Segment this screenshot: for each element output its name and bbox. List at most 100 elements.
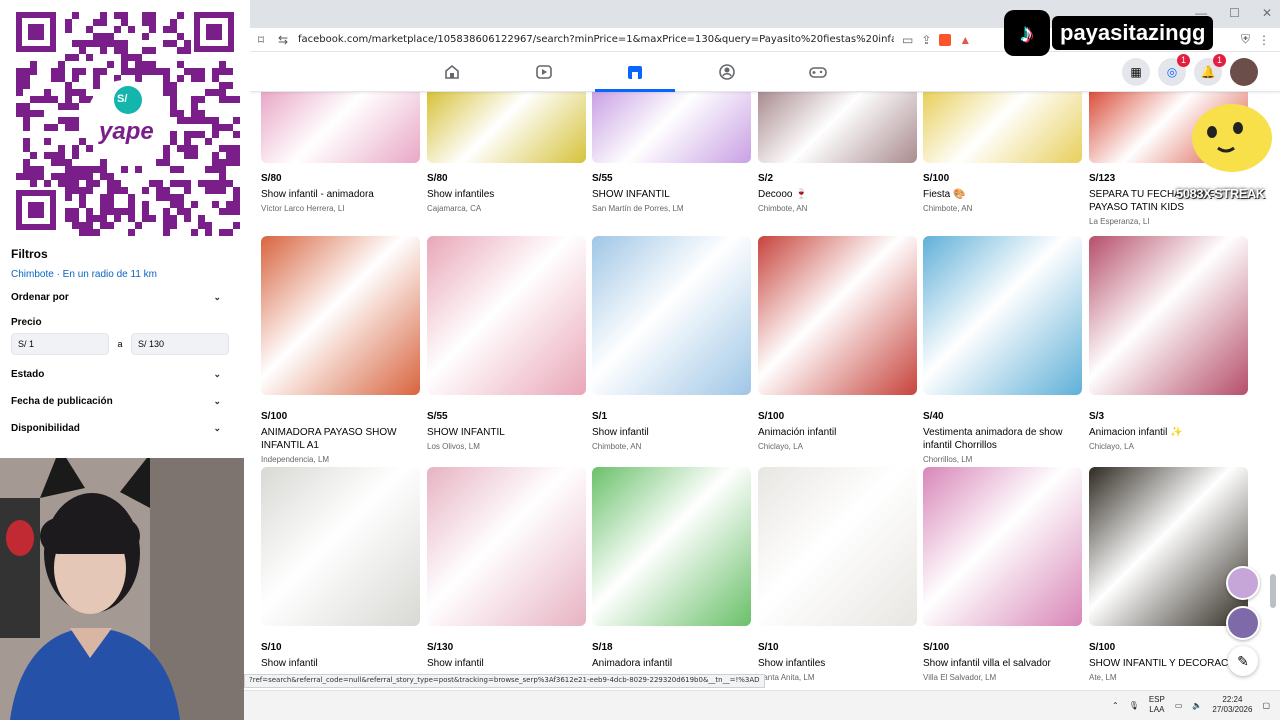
listing-card[interactable]: S/55 SHOW INFANTIL Los Olivos, LM bbox=[427, 236, 586, 451]
listing-card[interactable]: S/80 Show infantil - animadora Víctor Larc… bbox=[261, 92, 420, 213]
sort-dropdown[interactable]: Ordenar por ⌄ bbox=[11, 292, 233, 303]
new-message-icon[interactable]: ✎ bbox=[1228, 646, 1258, 676]
listing-photo[interactable] bbox=[592, 92, 751, 163]
yape-badge: S/ bbox=[117, 93, 128, 105]
listing-card[interactable]: S/100 Show infantil villa el salvador Vill… bbox=[923, 467, 1082, 682]
clock[interactable]: 22:24 27/03/2026 bbox=[1212, 695, 1252, 715]
price-min-input[interactable]: S/ 1 bbox=[11, 333, 109, 355]
notifications-center-icon[interactable]: ▢ bbox=[1262, 701, 1270, 710]
maximize-icon[interactable]: ☐ bbox=[1229, 6, 1240, 20]
listing-price: S/55 bbox=[592, 173, 613, 184]
chat-head-avatar[interactable] bbox=[1226, 566, 1260, 600]
site-settings-icon[interactable]: ⇆ bbox=[272, 33, 294, 47]
listing-location: Chimbote, AN bbox=[758, 204, 808, 213]
volume-icon[interactable]: 🔈 bbox=[1192, 701, 1202, 710]
floating-chat-heads bbox=[1226, 566, 1260, 646]
listing-card[interactable]: S/100 ANIMADORA PAYASO SHOW INFANTIL A1 In… bbox=[261, 236, 420, 464]
microphone-icon[interactable]: 🎙 bbox=[1129, 701, 1139, 710]
groups-tab-icon[interactable] bbox=[717, 62, 737, 82]
gaming-tab-icon[interactable] bbox=[808, 62, 828, 82]
share-icon[interactable]: ⇪ bbox=[921, 33, 931, 47]
home-tab-icon[interactable] bbox=[442, 62, 462, 82]
listing-title: Show infantil villa el salvador bbox=[923, 658, 1051, 669]
listing-price: S/10 bbox=[758, 642, 779, 653]
bookmark-icon[interactable]: ⌑ bbox=[250, 33, 272, 47]
listing-card[interactable]: S/3 Animacion infantil ✨ Chiclayo, LA bbox=[1089, 236, 1248, 451]
rewards-icon[interactable]: ▲ bbox=[959, 33, 971, 47]
listing-title: SHOW INFANTIL Y DECORACIÓN bbox=[1089, 658, 1247, 669]
listing-price: S/100 bbox=[758, 411, 785, 422]
webcam-overlay bbox=[0, 458, 244, 720]
marketplace-tab-icon[interactable] bbox=[595, 62, 675, 92]
listing-photo[interactable] bbox=[923, 92, 1082, 163]
listing-photo[interactable] bbox=[1089, 467, 1248, 626]
brave-shield-icon[interactable] bbox=[939, 33, 952, 46]
listing-card[interactable]: S/40 Vestimenta animadora de show infanti… bbox=[923, 236, 1082, 464]
messenger-icon[interactable]: ◎ 1 bbox=[1158, 54, 1190, 86]
listing-card[interactable]: S/10 Show infantiles Santa Anita, LM bbox=[758, 467, 917, 682]
listing-photo[interactable] bbox=[261, 467, 420, 626]
listing-title: Show infantiles bbox=[427, 189, 495, 200]
listing-card[interactable]: S/130Show infantilVilla María del Triunf… bbox=[427, 467, 586, 682]
state-label: Estado bbox=[11, 369, 45, 380]
sort-label: Ordenar por bbox=[11, 292, 69, 303]
chat-head-avatar[interactable] bbox=[1226, 606, 1260, 640]
notifications-bell-icon[interactable]: 🔔 1 bbox=[1194, 54, 1226, 86]
listing-card[interactable]: S/100 Animación infantil Chiclayo, LA bbox=[758, 236, 917, 451]
listing-photo[interactable] bbox=[427, 92, 586, 163]
listing-price: S/40 bbox=[923, 411, 944, 422]
state-dropdown[interactable]: Estado ⌄ bbox=[11, 369, 233, 380]
scrollbar-thumb[interactable] bbox=[1270, 574, 1276, 608]
menu-grid-icon[interactable]: ▦ bbox=[1122, 58, 1150, 86]
listing-location: Chimbote, AN bbox=[592, 442, 642, 451]
listing-photo[interactable] bbox=[758, 467, 917, 626]
network-icon[interactable]: ▭ bbox=[1175, 701, 1183, 710]
listing-photo[interactable] bbox=[592, 236, 751, 395]
listing-card[interactable]: S/2 Decooo 🍷 Chimbote, AN bbox=[758, 92, 917, 213]
streak-counter: 5083X STREAK bbox=[1176, 186, 1265, 201]
listing-card[interactable]: S/10Show infantilAte, LM bbox=[261, 467, 420, 682]
listing-price: S/18 bbox=[592, 642, 613, 653]
marketplace-results: S/80 Show infantil - animadora Víctor Larc… bbox=[250, 92, 1280, 690]
video-tab-icon[interactable] bbox=[534, 62, 554, 82]
listing-card[interactable]: S/55 SHOW INFANTIL San Martín de Porres, L… bbox=[592, 92, 751, 213]
close-icon[interactable]: ✕ bbox=[1262, 6, 1272, 20]
profile-avatar[interactable] bbox=[1230, 58, 1258, 86]
vpn-icon[interactable]: ⛨ bbox=[1241, 32, 1250, 47]
listing-price: S/1 bbox=[592, 411, 608, 422]
reader-icon[interactable]: ▭ bbox=[902, 33, 913, 47]
availability-label: Disponibilidad bbox=[11, 423, 80, 434]
listing-photo[interactable] bbox=[758, 236, 917, 395]
listing-title: Decooo 🍷 bbox=[758, 189, 808, 200]
availability-dropdown[interactable]: Disponibilidad ⌄ bbox=[11, 423, 233, 434]
listing-photo[interactable] bbox=[427, 467, 586, 626]
listing-photo[interactable] bbox=[427, 236, 586, 395]
listing-photo[interactable] bbox=[758, 92, 917, 163]
listing-title: Fiesta 🎨 bbox=[923, 189, 966, 200]
listing-price: S/3 bbox=[1089, 411, 1105, 422]
listing-card[interactable]: S/1 Show infantil Chimbote, AN bbox=[592, 236, 751, 451]
menu-icon[interactable]: ⋮ bbox=[1258, 33, 1270, 47]
date-dropdown[interactable]: Fecha de publicación ⌄ bbox=[11, 396, 233, 407]
listing-title: ANIMADORA PAYASO SHOW INFANTIL A1 bbox=[261, 427, 397, 451]
date-label: Fecha de publicación bbox=[11, 396, 113, 407]
listing-photo[interactable] bbox=[923, 236, 1082, 395]
listing-photo[interactable] bbox=[261, 236, 420, 395]
url-field[interactable]: facebook.com/marketplace/105838606122967… bbox=[298, 34, 894, 45]
listing-photo[interactable] bbox=[923, 467, 1082, 626]
listing-card[interactable]: S/100 Fiesta 🎨 Chimbote, AN bbox=[923, 92, 1082, 213]
listing-photo[interactable] bbox=[261, 92, 420, 163]
language-indicator[interactable]: ESP LAA bbox=[1149, 695, 1165, 715]
listing-card[interactable]: S/100 SHOW INFANTIL Y DECORACIÓN Ate, LM bbox=[1089, 467, 1248, 682]
listing-card[interactable]: S/18Animadora infantilVilla El Salvador,… bbox=[592, 467, 751, 682]
chevron-up-icon[interactable]: ⌃ bbox=[1112, 701, 1119, 710]
listing-title: Animadora infantil bbox=[592, 658, 673, 669]
listing-photo[interactable] bbox=[1089, 236, 1248, 395]
listing-photo[interactable] bbox=[592, 467, 751, 626]
listing-title: Show infantil bbox=[592, 427, 649, 438]
listing-card[interactable]: S/80 Show infantiles Cajamarca, CA bbox=[427, 92, 586, 213]
price-max-input[interactable]: S/ 130 bbox=[131, 333, 229, 355]
listing-title: Animacion infantil ✨ bbox=[1089, 427, 1183, 438]
listing-location: Villa El Salvador, LM bbox=[923, 673, 997, 682]
location-filter-link[interactable]: Chimbote · En un radio de 11 km bbox=[11, 269, 233, 280]
